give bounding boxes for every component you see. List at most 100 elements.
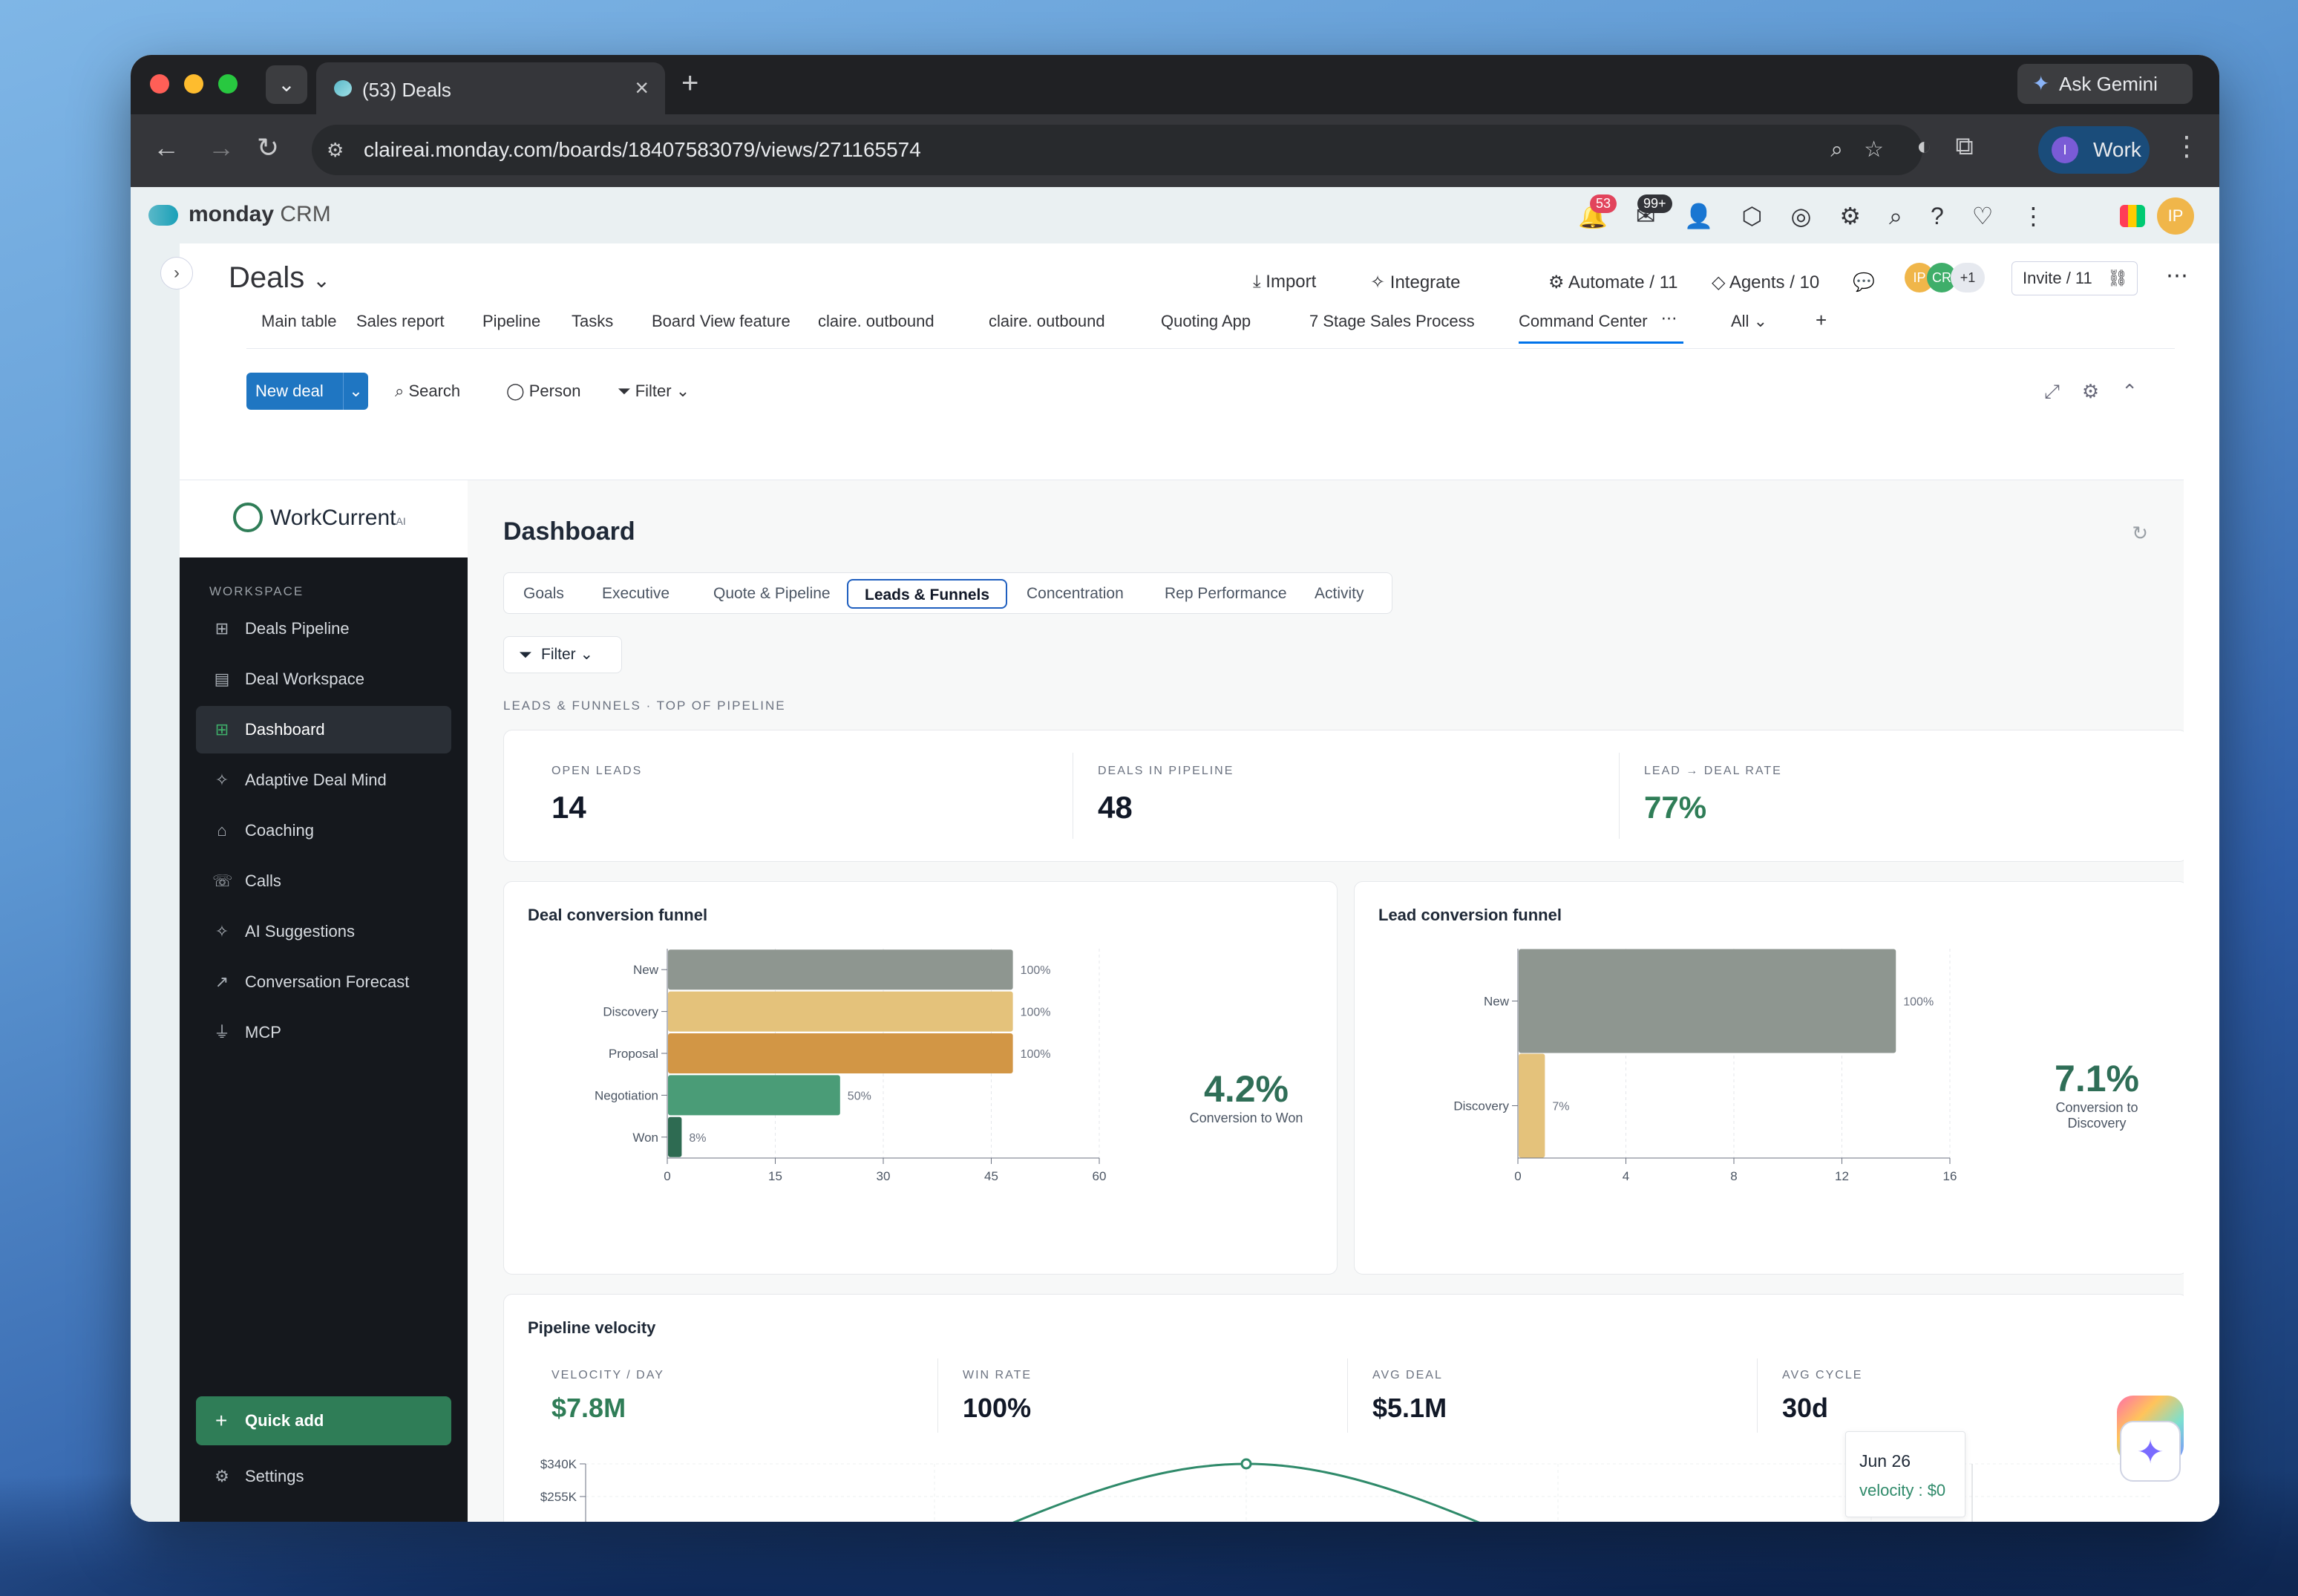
sidebar-item-mcp[interactable]: ⏚ MCP (196, 1009, 451, 1056)
plus-icon: + (215, 1409, 228, 1432)
monday-brand[interactable]: monday CRM (189, 202, 331, 227)
x-tick-label: 0 (664, 1169, 670, 1183)
tab-executive[interactable]: Executive (586, 579, 686, 609)
sidebar-item-deals-pipeline[interactable]: ⊞ Deals Pipeline (196, 605, 451, 653)
velocity-per-day-label: VELOCITY / DAY (551, 1369, 664, 1381)
forward-arrow-icon[interactable]: → (208, 132, 235, 163)
sidebar-item-calls[interactable]: ☏ Calls (196, 857, 451, 905)
fullscreen-settings-collapse-icons[interactable]: ⤢⚙⌃ (2044, 380, 2160, 404)
minimize-window-button[interactable] (184, 74, 203, 94)
tab-board-view-feature[interactable]: Board View feature (652, 312, 790, 331)
win-rate-value: 100% (963, 1393, 1032, 1423)
data-label: 8% (689, 1132, 706, 1145)
board-more-icon[interactable]: ⋯ (2166, 263, 2188, 289)
agents-button[interactable]: ◇ Agents / 10 (1712, 272, 1819, 293)
maximize-window-button[interactable] (218, 74, 238, 94)
tab-concentration[interactable]: Concentration (1010, 579, 1140, 609)
kpi-divider (1347, 1358, 1348, 1433)
funnel-bar (1519, 949, 1896, 1053)
add-view-plus-icon[interactable]: + (1816, 309, 1827, 332)
monday-logo-icon[interactable] (148, 205, 178, 226)
sidebar-item-conversation-forecast[interactable]: ↗ Conversation Forecast (196, 958, 451, 1006)
extension-icons[interactable]: ◐⧉ (1916, 132, 1997, 161)
sidebar-item-settings[interactable]: ⚙ Settings (196, 1453, 451, 1500)
reload-icon[interactable]: ↻ (257, 132, 279, 163)
data-label: 100% (1021, 964, 1051, 977)
user-avatar[interactable]: IP (2157, 197, 2194, 235)
new-tab-plus-icon[interactable]: + (681, 67, 698, 100)
filter-button[interactable]: ⏷ Filter ⌄ (618, 382, 690, 401)
browser-toolbar: ← → ↻ ⚙ claireai.monday.com/boards/18407… (131, 114, 2219, 187)
zoom-and-bookmark-icons[interactable]: ⌕☆ (1830, 125, 1905, 175)
tab-quoting-app[interactable]: Quoting App (1161, 312, 1251, 331)
sidebar-item-coaching[interactable]: ⌂ Coaching (196, 807, 451, 854)
tab-options-icon[interactable]: ⋯ (1661, 309, 1677, 328)
tab-goals[interactable]: Goals (507, 579, 580, 609)
browser-tab-deals[interactable]: (53) Deals × (316, 62, 665, 114)
integrate-button[interactable]: ✧ Integrate (1370, 272, 1461, 293)
floating-ai-assistant-button[interactable]: ✦ (2117, 1396, 2184, 1488)
integrate-label: Integrate (1389, 272, 1461, 292)
workcurrent-logo[interactable]: WorkCurrentAI (180, 480, 468, 557)
tab-rep-performance[interactable]: Rep Performance (1148, 579, 1303, 609)
url-field[interactable]: ⚙ claireai.monday.com/boards/18407583079… (312, 125, 1922, 175)
profile-avatar: I (2052, 137, 2078, 163)
invite-button[interactable]: Invite / 11 ⛓ (2011, 261, 2138, 295)
board-title-text: Deals (229, 261, 305, 294)
tab-main-table[interactable]: Main table (261, 312, 337, 331)
url-text: claireai.monday.com/boards/18407583079/v… (364, 138, 921, 161)
close-window-button[interactable] (150, 74, 169, 94)
tab-pipeline[interactable]: Pipeline (482, 312, 540, 331)
dashboard-filter-button[interactable]: ⏷ Filter ⌄ (503, 636, 622, 673)
new-deal-button[interactable]: New deal ⌄ (246, 373, 368, 410)
copy-link-icon[interactable]: ⛓ (2107, 262, 2128, 295)
sidebar-item-ai-suggestions[interactable]: ✧ AI Suggestions (196, 908, 451, 955)
ask-gemini-button[interactable]: ✦ Ask Gemini (2017, 64, 2193, 104)
search-button[interactable]: ⌕ Search (395, 382, 460, 401)
tab-close-icon[interactable]: × (635, 74, 649, 102)
browser-tab-title: (53) Deals (362, 79, 451, 101)
sidebar-item-adaptive-deal-mind[interactable]: ✧ Adaptive Deal Mind (196, 756, 451, 804)
board-title-chevron-icon[interactable]: ⌄ (312, 269, 330, 292)
sidebar-item-deal-workspace[interactable]: ▤ Deal Workspace (196, 655, 451, 703)
tab-all-dropdown[interactable]: All ⌄ (1731, 312, 1767, 331)
kpi-divider (937, 1358, 938, 1433)
tab-quote-pipeline[interactable]: Quote & Pipeline (697, 579, 847, 609)
ai-sparkle-icon: ✦ (2120, 1421, 2181, 1482)
tab-claire-outbound-2[interactable]: claire. outbound (989, 312, 1105, 331)
refresh-icon[interactable]: ↻ (2132, 522, 2148, 545)
board-title[interactable]: Deals ⌄ (229, 261, 330, 295)
sidebar-item-label: Deals Pipeline (245, 619, 350, 638)
monday-apps-logo-icon[interactable] (2120, 205, 2145, 227)
back-arrow-icon[interactable]: ← (153, 132, 180, 163)
person-filter-button[interactable]: ◯ Person (506, 382, 580, 401)
gear-icon: ⚙ (215, 1467, 229, 1485)
updates-chat-icon[interactable]: 💬 (1853, 272, 1875, 293)
tab-leads-funnels[interactable]: Leads & Funnels (847, 579, 1008, 609)
tab-7-stage-sales-process[interactable]: 7 Stage Sales Process (1309, 312, 1475, 331)
members-extra[interactable]: +1 (1951, 263, 1985, 292)
tab-tasks[interactable]: Tasks (572, 312, 613, 331)
site-settings-icon[interactable]: ⚙ (327, 125, 344, 175)
tab-search-chevron-icon[interactable]: ⌄ (266, 65, 307, 104)
expand-sidebar-chevron-icon[interactable]: › (160, 257, 193, 290)
chrome-menu-icon[interactable]: ⋮ (2173, 131, 2200, 162)
sidebar-item-dashboard[interactable]: ⊞ Dashboard (196, 706, 451, 753)
velocity-peak-point (1240, 1458, 1252, 1470)
embedded-app: WorkCurrentAI WORKSPACE ⊞ Deals Pipeline … (180, 480, 2184, 1522)
category-label: Proposal (609, 1047, 658, 1061)
tab-sales-report[interactable]: Sales report (356, 312, 445, 331)
dashboard-icon: ⊞ (215, 720, 229, 739)
tab-claire-outbound-1[interactable]: claire. outbound (818, 312, 934, 331)
tab-command-center[interactable]: Command Center ⋯ (1519, 309, 1683, 344)
data-label: 100% (1021, 1007, 1051, 1019)
kpi-open-leads-value: 14 (551, 790, 586, 825)
automate-button[interactable]: ⚙ Automate / 11 (1548, 272, 1678, 293)
tab-activity[interactable]: Activity (1298, 579, 1381, 609)
profile-button[interactable]: I Work (2038, 126, 2150, 174)
x-tick-label: 60 (1093, 1169, 1107, 1183)
quick-add-button[interactable]: + Quick add (196, 1396, 451, 1445)
x-tick-label: 0 (1514, 1169, 1521, 1183)
new-deal-chevron-icon[interactable]: ⌄ (343, 373, 368, 410)
import-button[interactable]: ⤓ Import (1253, 272, 1316, 292)
